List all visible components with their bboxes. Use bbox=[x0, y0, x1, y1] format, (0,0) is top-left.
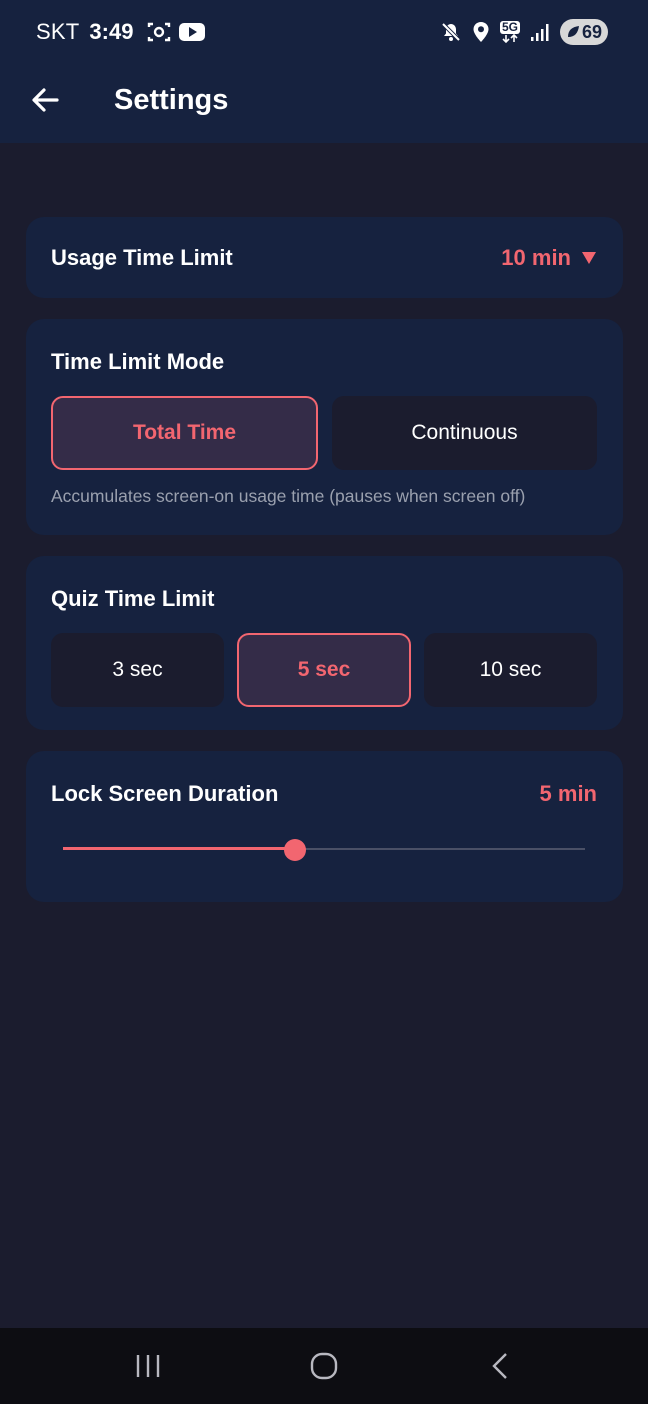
slider-fill bbox=[63, 847, 295, 850]
carrier-label: SKT bbox=[36, 19, 80, 44]
mode-option-continuous[interactable]: Continuous bbox=[332, 396, 597, 470]
status-time: 3:49 bbox=[89, 19, 134, 44]
arrow-left-icon bbox=[32, 88, 59, 112]
leaf-icon bbox=[567, 26, 579, 37]
recent-apps-icon bbox=[136, 1355, 160, 1377]
home-button[interactable] bbox=[294, 1341, 354, 1391]
slider-thumb[interactable] bbox=[283, 839, 306, 861]
time-limit-mode-card: Time Limit Mode Total Time Continuous Ac… bbox=[26, 319, 623, 535]
back-button[interactable] bbox=[28, 83, 62, 117]
mode-description: Accumulates screen-on usage time (pauses… bbox=[51, 486, 526, 506]
battery-level: 69 bbox=[581, 21, 603, 42]
mode-option-total-time[interactable]: Total Time bbox=[51, 396, 318, 470]
triangle-down-icon bbox=[582, 251, 596, 264]
battery-icon: 69 bbox=[560, 19, 608, 45]
status-right: 5G 69 bbox=[440, 19, 608, 45]
home-icon bbox=[310, 1352, 338, 1380]
lock-screen-duration-slider[interactable] bbox=[63, 839, 585, 861]
usage-time-limit-dropdown[interactable]: 10 min bbox=[501, 245, 597, 271]
system-back-button[interactable] bbox=[470, 1341, 530, 1391]
signal-icon bbox=[530, 22, 550, 42]
quiz-option-5-sec[interactable]: 5 sec bbox=[237, 633, 411, 707]
youtube-icon bbox=[179, 22, 206, 42]
time-limit-mode-label: Time Limit Mode bbox=[51, 349, 225, 374]
lock-screen-duration-label: Lock Screen Duration bbox=[51, 781, 279, 806]
app-header: Settings bbox=[0, 64, 648, 143]
system-nav-bar bbox=[0, 1328, 648, 1404]
location-icon bbox=[472, 21, 490, 43]
network-label: 5G bbox=[499, 20, 520, 34]
status-left: SKT 3:49 bbox=[36, 19, 206, 45]
status-bar: SKT 3:49 5G 69 bbox=[0, 0, 648, 64]
usage-time-limit-value: 10 min bbox=[501, 244, 571, 270]
page-title: Settings bbox=[114, 84, 229, 116]
5g-icon: 5G bbox=[499, 20, 520, 43]
quiz-time-limit-label: Quiz Time Limit bbox=[51, 586, 215, 611]
recent-apps-button[interactable] bbox=[118, 1341, 178, 1391]
lock-screen-duration-card: Lock Screen Duration 5 min bbox=[26, 751, 623, 902]
lock-screen-duration-value: 5 min bbox=[539, 781, 597, 806]
quiz-time-limit-card: Quiz Time Limit 3 sec 5 sec 10 sec bbox=[26, 556, 623, 730]
quiz-option-10-sec[interactable]: 10 sec bbox=[424, 633, 597, 707]
back-icon bbox=[492, 1353, 507, 1379]
usage-time-limit-label: Usage Time Limit bbox=[51, 244, 233, 270]
usage-time-limit-card: Usage Time Limit 10 min bbox=[26, 217, 623, 298]
quiz-option-3-sec[interactable]: 3 sec bbox=[51, 633, 224, 707]
screenshot-icon bbox=[147, 21, 171, 43]
mute-icon bbox=[440, 21, 462, 43]
